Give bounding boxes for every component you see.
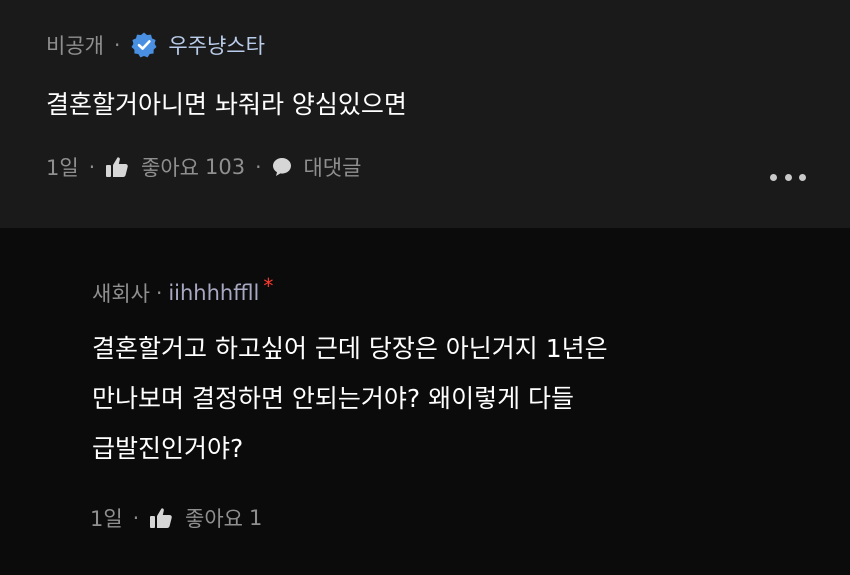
verified-badge-icon xyxy=(131,32,157,58)
like-label: 좋아요 xyxy=(185,507,244,531)
comment-time: 1일 xyxy=(46,156,79,180)
more-options-button[interactable] xyxy=(770,170,806,184)
separator-dot: · xyxy=(155,281,163,305)
thumbs-up-icon xyxy=(106,157,128,177)
more-dots-icon xyxy=(770,173,777,181)
author-company: 비공개 xyxy=(46,34,104,58)
thumbs-up-icon xyxy=(150,508,172,528)
reply-text-line: 만나보며 결정하면 안되는거야? 왜이렇게 다들 xyxy=(92,384,575,413)
reply-comment-item: 새회사 · iihhhhffll * 결혼할거고 하고싶어 근데 당장은 아닌거… xyxy=(0,228,850,575)
separator-dot: · xyxy=(113,33,121,57)
comment-text: 결혼할거아니면 놔줘라 양심있으면 xyxy=(46,90,407,119)
author-nickname[interactable]: iihhhhffll xyxy=(168,281,259,305)
like-button[interactable]: 좋아요 1 xyxy=(149,503,262,533)
reply-header: 새회사 · iihhhhffll * xyxy=(92,274,273,308)
more-dots-icon xyxy=(799,173,806,181)
author-nickname[interactable]: 우주냥스타 xyxy=(168,30,265,60)
separator-dot: · xyxy=(255,155,262,179)
comment-header: 비공개 · 우주냥스타 xyxy=(46,30,265,60)
like-button[interactable]: 좋아요 103 xyxy=(105,152,245,182)
more-dots-icon xyxy=(784,173,792,181)
like-label: 좋아요 xyxy=(141,156,200,180)
reply-text: 결혼할거고 하고싶어 근데 당장은 아닌거지 1년은 만나보며 결정하면 안되는… xyxy=(92,324,608,474)
comment-time: 1일 xyxy=(90,507,123,531)
comment-item: 비공개 · 우주냥스타 결혼할거아니면 놔줘라 양심있으면 1일 · 좋아요 1… xyxy=(0,0,850,228)
like-count: 1 xyxy=(249,506,263,530)
reply-text-line: 결혼할거고 하고싶어 근데 당장은 아닌거지 1년은 xyxy=(92,334,608,363)
like-count: 103 xyxy=(205,155,246,179)
author-marker: * xyxy=(263,274,274,298)
reply-button[interactable]: 대댓글 xyxy=(271,152,361,182)
speech-bubble-icon xyxy=(273,158,292,176)
author-company: 새회사 xyxy=(92,282,150,306)
reply-actions: 1일 · 좋아요 1 xyxy=(90,503,262,533)
separator-dot: · xyxy=(132,506,140,530)
reply-label: 대댓글 xyxy=(303,156,362,180)
comment-actions: 1일 · 좋아요 103 · 대댓글 xyxy=(46,152,361,182)
separator-dot: · xyxy=(88,155,96,179)
comments-screen: 비공개 · 우주냥스타 결혼할거아니면 놔줘라 양심있으면 1일 · 좋아요 1… xyxy=(0,0,850,575)
reply-text-line: 급발진인거야? xyxy=(92,434,244,463)
